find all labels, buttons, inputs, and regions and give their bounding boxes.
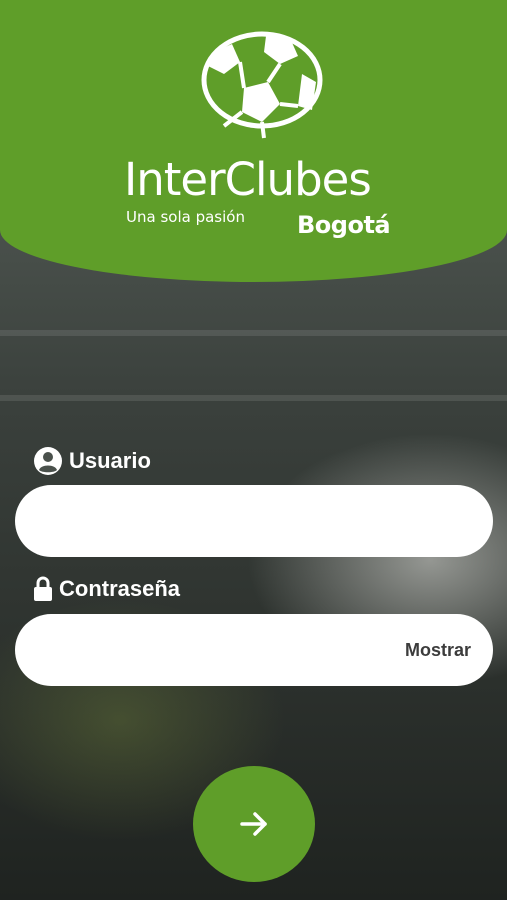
header-banner: InterClubes Una sola pasión Bogotá (0, 0, 507, 282)
brand-city: Bogotá (297, 211, 391, 239)
username-label-text: Usuario (69, 448, 151, 473)
password-input[interactable]: Mostrar (15, 614, 493, 686)
arrow-right-icon (240, 812, 267, 836)
show-password-button[interactable]: Mostrar (405, 640, 471, 661)
submit-button[interactable] (193, 766, 315, 882)
lock-icon (34, 576, 52, 601)
soccer-ball-logo (201, 31, 323, 139)
brand-slogan: Una sola pasión (126, 208, 245, 226)
username-input[interactable] (15, 485, 493, 557)
username-label: Usuario (33, 446, 151, 476)
password-label-text: Contraseña (59, 576, 181, 601)
password-label: Contraseña (33, 576, 180, 602)
brand-title: InterClubes (124, 153, 372, 206)
background-stripe (0, 395, 507, 401)
background-stripe (0, 330, 507, 336)
user-circle-icon (34, 447, 62, 475)
